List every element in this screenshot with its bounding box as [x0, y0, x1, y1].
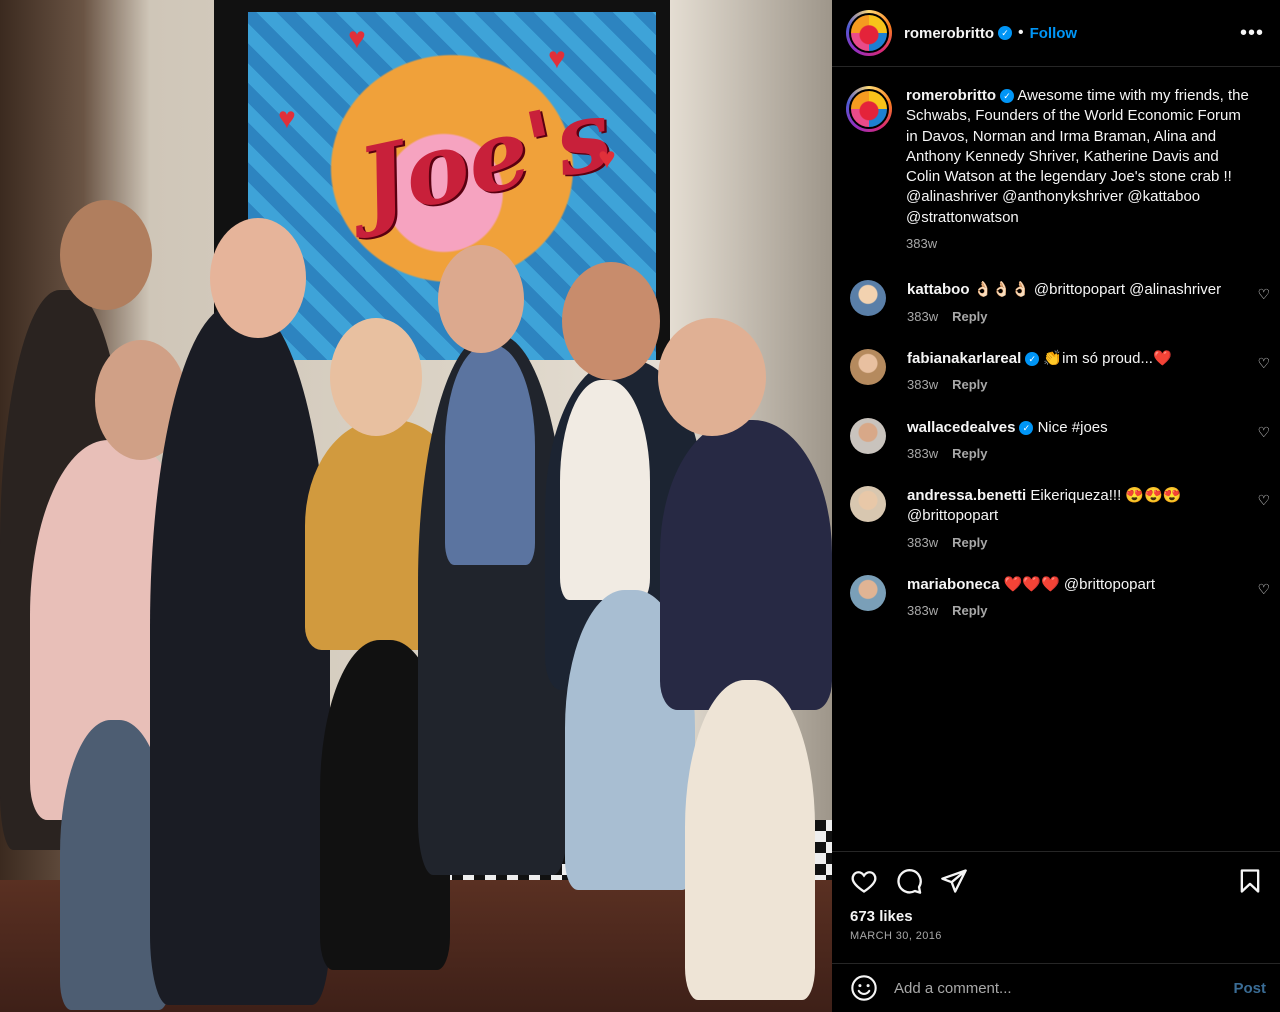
- comment-username[interactable]: kattaboo: [907, 281, 970, 298]
- reply-button[interactable]: Reply: [952, 603, 987, 618]
- comment-age[interactable]: 383w: [907, 446, 938, 461]
- add-comment-bar: Post: [832, 963, 1280, 1012]
- verified-icon: ✓: [998, 26, 1012, 40]
- comment-text: ❤️❤️❤️ @brittopopart: [1003, 576, 1156, 594]
- person-silhouette: [150, 305, 330, 1005]
- comment-item: wallacedealves ✓ Nice #joes 383w Reply ♡: [832, 417, 1280, 465]
- caption: romerobritto ✓ Awesome time with my frien…: [832, 68, 1280, 254]
- post-photo[interactable]: Joe's ♥ ♥ ♥ ♥: [0, 0, 832, 1012]
- comment-item: fabianakarlareal ✓ 👏im só proud...❤️ 383w…: [832, 348, 1280, 396]
- person-silhouette: [560, 380, 650, 600]
- post-header: romerobritto ✓ • Follow •••: [832, 0, 1280, 67]
- comment-like-icon[interactable]: ♡: [1257, 424, 1270, 441]
- comment-like-icon[interactable]: ♡: [1257, 492, 1270, 509]
- share-icon[interactable]: [940, 867, 968, 895]
- post-sidebar: romerobritto ✓ • Follow ••• romerobritto…: [832, 0, 1280, 1012]
- person-head: [562, 262, 660, 380]
- person-head: [330, 318, 422, 436]
- comment-like-icon[interactable]: ♡: [1257, 581, 1270, 598]
- comment-age[interactable]: 383w: [907, 309, 938, 324]
- person-head: [210, 218, 306, 338]
- commenter-avatar[interactable]: [850, 575, 886, 612]
- joes-neon-sign: Joe's: [349, 76, 621, 241]
- comment-input[interactable]: [894, 979, 1234, 997]
- reply-button[interactable]: Reply: [952, 446, 987, 461]
- comment-icon[interactable]: [895, 867, 923, 895]
- painting-heart: ♥: [548, 42, 566, 75]
- verified-icon: ✓: [1025, 351, 1040, 366]
- verified-icon: ✓: [1000, 89, 1014, 103]
- follow-button[interactable]: Follow: [1030, 25, 1078, 42]
- post-username[interactable]: romerobritto: [904, 25, 994, 42]
- comment-text: 👏im só proud...❤️: [1043, 349, 1172, 367]
- comment-username[interactable]: fabianakarlareal: [907, 350, 1021, 367]
- person-head: [438, 245, 524, 353]
- likes-count[interactable]: 673 likes: [850, 908, 1264, 925]
- avatar[interactable]: [846, 86, 892, 132]
- person-head: [60, 200, 152, 310]
- commenter-avatar[interactable]: [850, 486, 886, 523]
- comment-like-icon[interactable]: ♡: [1257, 286, 1270, 303]
- comment-age[interactable]: 383w: [907, 535, 938, 550]
- post-button[interactable]: Post: [1233, 980, 1266, 997]
- comment-text: 👌🏻👌🏻👌🏻 @brittopopart @alinashriver: [973, 281, 1222, 299]
- emoji-icon[interactable]: [850, 974, 878, 1002]
- commenter-avatar[interactable]: [850, 280, 886, 317]
- comments-section[interactable]: romerobritto ✓ Awesome time with my frien…: [832, 68, 1280, 850]
- painting-heart: ♥: [598, 142, 616, 175]
- caption-username[interactable]: romerobritto: [906, 87, 996, 104]
- person-silhouette: [685, 680, 815, 1000]
- comment-text: Nice #joes: [1037, 418, 1108, 436]
- painting-heart: ♥: [278, 102, 296, 135]
- comment-age[interactable]: 383w: [907, 377, 938, 392]
- person-silhouette: [660, 420, 832, 710]
- reply-button[interactable]: Reply: [952, 535, 987, 550]
- commenter-avatar[interactable]: [850, 348, 886, 385]
- comment-like-icon[interactable]: ♡: [1257, 355, 1270, 372]
- comment-item: andressa.benetti Eikeriqueza!!! 😍😍😍 @bri…: [832, 486, 1280, 553]
- verified-icon: ✓: [1019, 420, 1034, 435]
- commenter-avatar[interactable]: [850, 417, 886, 454]
- comment-item: kattaboo 👌🏻👌🏻👌🏻 @brittopopart @alinashri…: [832, 280, 1280, 327]
- comment-username[interactable]: wallacedealves: [907, 419, 1015, 436]
- comment-username[interactable]: andressa.benetti: [907, 487, 1026, 504]
- more-options-icon[interactable]: •••: [1240, 22, 1264, 45]
- comment-item: mariaboneca ❤️❤️❤️ @brittopopart 383w Rep…: [832, 575, 1280, 622]
- comment-age[interactable]: 383w: [907, 603, 938, 618]
- reply-button[interactable]: Reply: [952, 377, 987, 392]
- like-icon[interactable]: [850, 867, 878, 895]
- caption-age[interactable]: 383w: [906, 236, 937, 251]
- painting-heart: ♥: [348, 22, 366, 55]
- caption-text: Awesome time with my friends, the Schwab…: [906, 87, 1249, 226]
- reply-button[interactable]: Reply: [952, 309, 987, 324]
- post-date: MARCH 30, 2016: [850, 930, 942, 942]
- save-icon[interactable]: [1236, 867, 1264, 895]
- person-silhouette: [445, 345, 535, 565]
- avatar[interactable]: [846, 10, 892, 56]
- separator: •: [1018, 24, 1024, 41]
- person-head: [658, 318, 766, 436]
- post-actions: 673 likes MARCH 30, 2016: [832, 851, 1280, 942]
- comment-username[interactable]: mariaboneca: [907, 576, 1000, 593]
